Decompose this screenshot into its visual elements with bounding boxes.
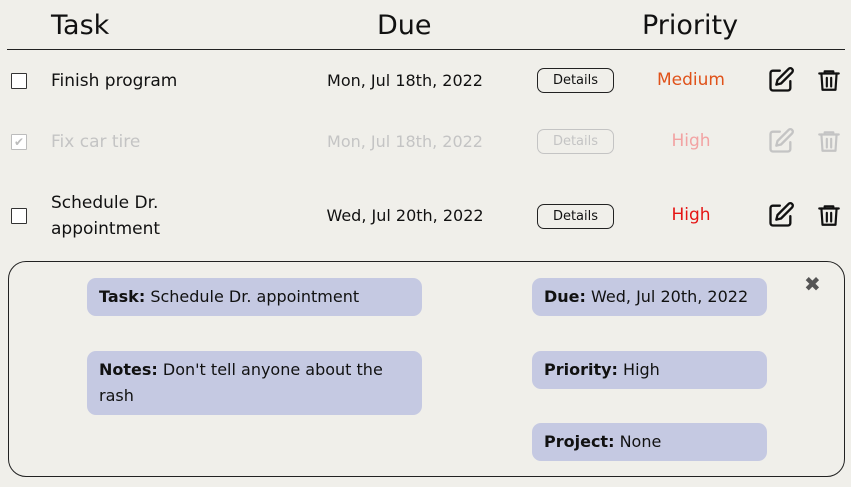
task-due: Wed, Jul 20th, 2022	[326, 206, 484, 225]
task-name: Fix car tire	[51, 132, 141, 152]
trash-icon[interactable]	[816, 127, 842, 155]
detail-priority-label: Priority:	[544, 360, 618, 379]
detail-task-value: Schedule Dr. appointment	[150, 287, 360, 306]
task-priority: High	[671, 131, 711, 151]
task-priority: High	[671, 205, 711, 225]
header-task: Task	[51, 10, 110, 41]
header-due: Due	[377, 10, 432, 41]
trash-icon[interactable]	[816, 201, 842, 229]
detail-priority: Priority: High	[532, 351, 767, 389]
edit-icon[interactable]	[767, 201, 795, 229]
header-priority: Priority	[642, 10, 739, 41]
detail-task-label: Task:	[99, 287, 146, 306]
detail-project: Project: None	[532, 423, 767, 461]
detail-due: Due: Wed, Jul 20th, 2022	[532, 278, 767, 316]
details-button[interactable]: Details	[537, 68, 614, 93]
task-row: Schedule Dr. appointment Wed, Jul 20th, …	[0, 186, 851, 256]
task-priority: Medium	[657, 70, 725, 90]
complete-checkbox[interactable]	[11, 73, 27, 89]
trash-icon[interactable]	[816, 66, 842, 94]
detail-due-value: Wed, Jul 20th, 2022	[591, 287, 749, 306]
detail-project-value: None	[619, 432, 662, 451]
detail-notes: Notes: Don't tell anyone about the rash	[87, 351, 422, 415]
task-due: Mon, Jul 18th, 2022	[327, 132, 483, 151]
edit-icon[interactable]	[767, 127, 795, 155]
task-due: Mon, Jul 18th, 2022	[327, 71, 483, 90]
detail-due-label: Due:	[544, 287, 586, 306]
detail-notes-label: Notes:	[99, 360, 158, 379]
details-button[interactable]: Details	[537, 129, 614, 154]
task-row: ✔ Fix car tire Mon, Jul 18th, 2022 Detai…	[0, 112, 851, 172]
task-details-panel: ✖ Task: Schedule Dr. appointment Notes: …	[8, 261, 845, 477]
complete-checkbox[interactable]: ✔	[11, 134, 27, 150]
close-icon[interactable]: ✖	[804, 274, 821, 294]
details-button[interactable]: Details	[537, 204, 614, 229]
complete-checkbox[interactable]	[11, 208, 27, 224]
detail-priority-value: High	[623, 360, 660, 379]
detail-task: Task: Schedule Dr. appointment	[87, 278, 422, 316]
task-name: Schedule Dr. appointment	[51, 193, 161, 239]
table-header: Task Due Priority	[7, 0, 845, 50]
detail-project-label: Project:	[544, 432, 615, 451]
edit-icon[interactable]	[767, 66, 795, 94]
task-row: Finish program Mon, Jul 18th, 2022 Detai…	[0, 51, 851, 111]
task-name: Finish program	[51, 71, 178, 91]
